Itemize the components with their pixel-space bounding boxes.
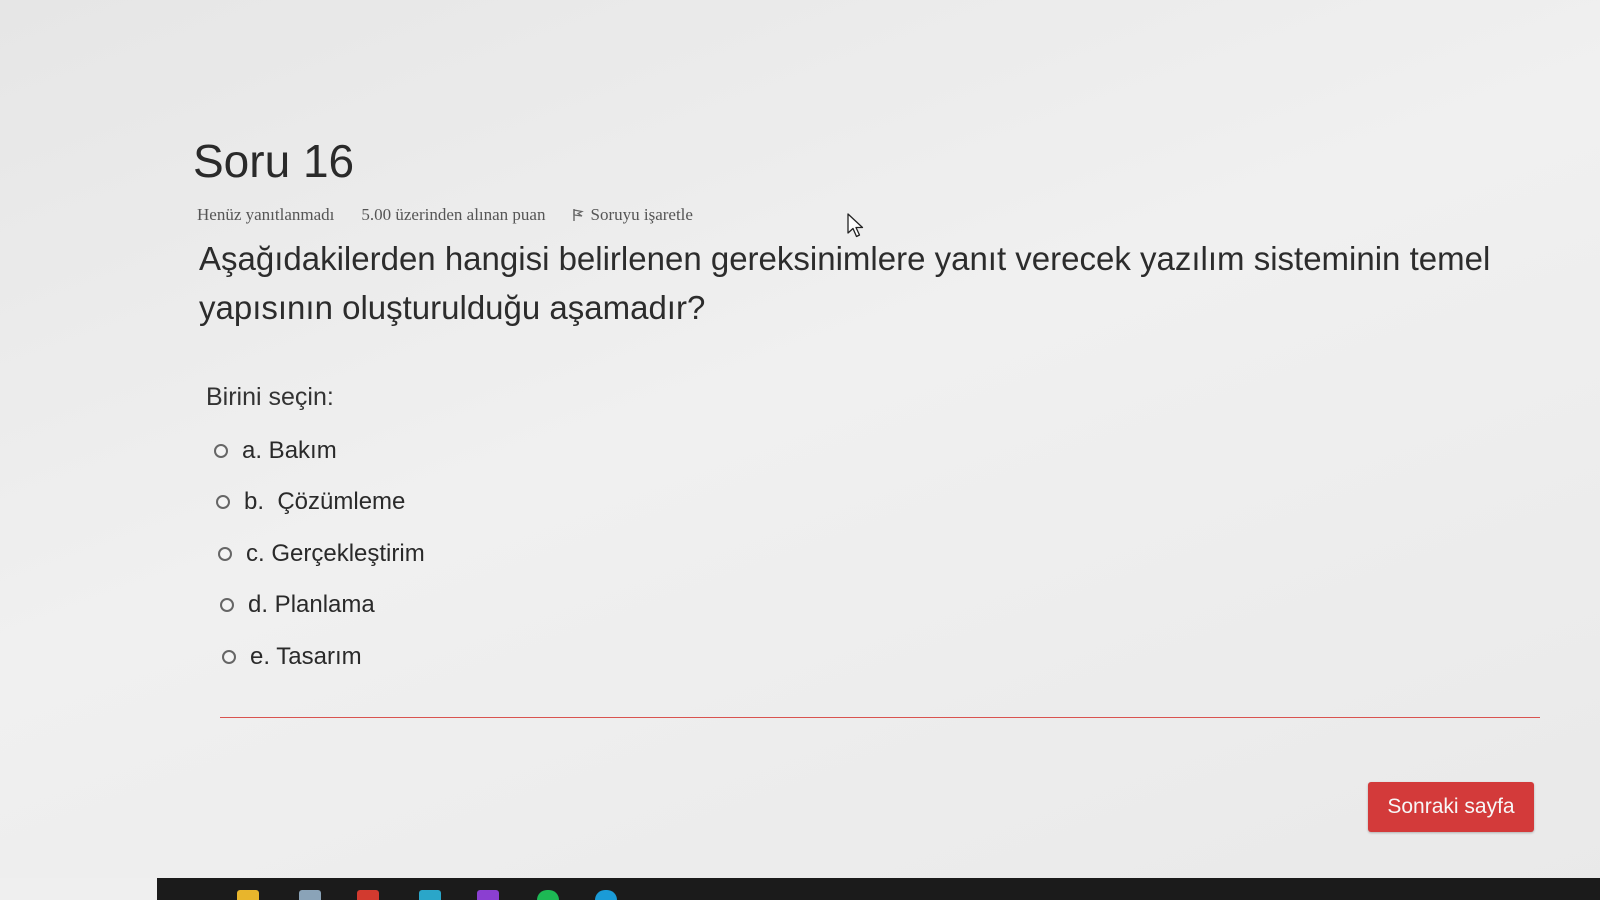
question-text: Aşağıdakilerden hangisi belirlenen gerek…: [199, 240, 1491, 326]
answer-label: b. Çözümleme: [244, 488, 406, 516]
radio-button[interactable]: [222, 649, 236, 664]
answer-label: e. Tasarım: [250, 642, 362, 670]
radio-button[interactable]: [216, 495, 230, 510]
answer-option-a[interactable]: a. Bakım: [214, 425, 425, 477]
next-page-button[interactable]: Sonraki sayfa: [1368, 782, 1534, 832]
answer-option-d[interactable]: d. Planlama: [214, 580, 425, 632]
quiz-page: Soru 16 Henüz yanıtlanmadı 5.00 üzerinde…: [0, 0, 1600, 878]
radio-button[interactable]: [218, 546, 232, 561]
answer-label: a. Bakım: [242, 436, 337, 464]
skype-icon[interactable]: [595, 890, 617, 900]
question-grade: 5.00 üzerinden alınan puan: [361, 205, 546, 224]
answer-option-c[interactable]: c. Gerçekleştirim: [214, 528, 425, 580]
question-title: Soru 16: [193, 135, 355, 187]
flag-icon: [572, 208, 585, 222]
answer-option-e[interactable]: e. Tasarım: [214, 631, 425, 683]
radio-button[interactable]: [220, 598, 234, 613]
file-explorer-icon[interactable]: [237, 890, 259, 900]
answer-label: c. Gerçekleştirim: [246, 539, 425, 567]
answer-option-b[interactable]: b. Çözümleme: [214, 477, 425, 529]
question-status: Henüz yanıtlanmadı: [197, 205, 335, 224]
app-icon[interactable]: [419, 890, 441, 900]
app-icon[interactable]: [299, 890, 321, 900]
browser-icon[interactable]: [357, 890, 379, 900]
section-divider: [220, 717, 1540, 718]
taskbar: [0, 878, 1600, 900]
taskbar-strip: [157, 878, 1600, 900]
mouse-pointer-icon: [847, 213, 865, 244]
flag-question-link[interactable]: Soruyu işaretle: [572, 205, 693, 225]
flag-question-label: Soruyu işaretle: [590, 205, 693, 224]
answer-label: d. Planlama: [248, 591, 375, 619]
answer-prompt: Birini seçin:: [206, 383, 334, 411]
question-info: Henüz yanıtlanmadı 5.00 üzerinden alınan…: [197, 205, 693, 225]
visual-studio-icon[interactable]: [477, 890, 499, 900]
spotify-icon[interactable]: [537, 890, 559, 900]
radio-button[interactable]: [214, 443, 228, 458]
answer-list: a. Bakım b. Çözümleme c. Gerçekleştirim …: [214, 425, 425, 683]
